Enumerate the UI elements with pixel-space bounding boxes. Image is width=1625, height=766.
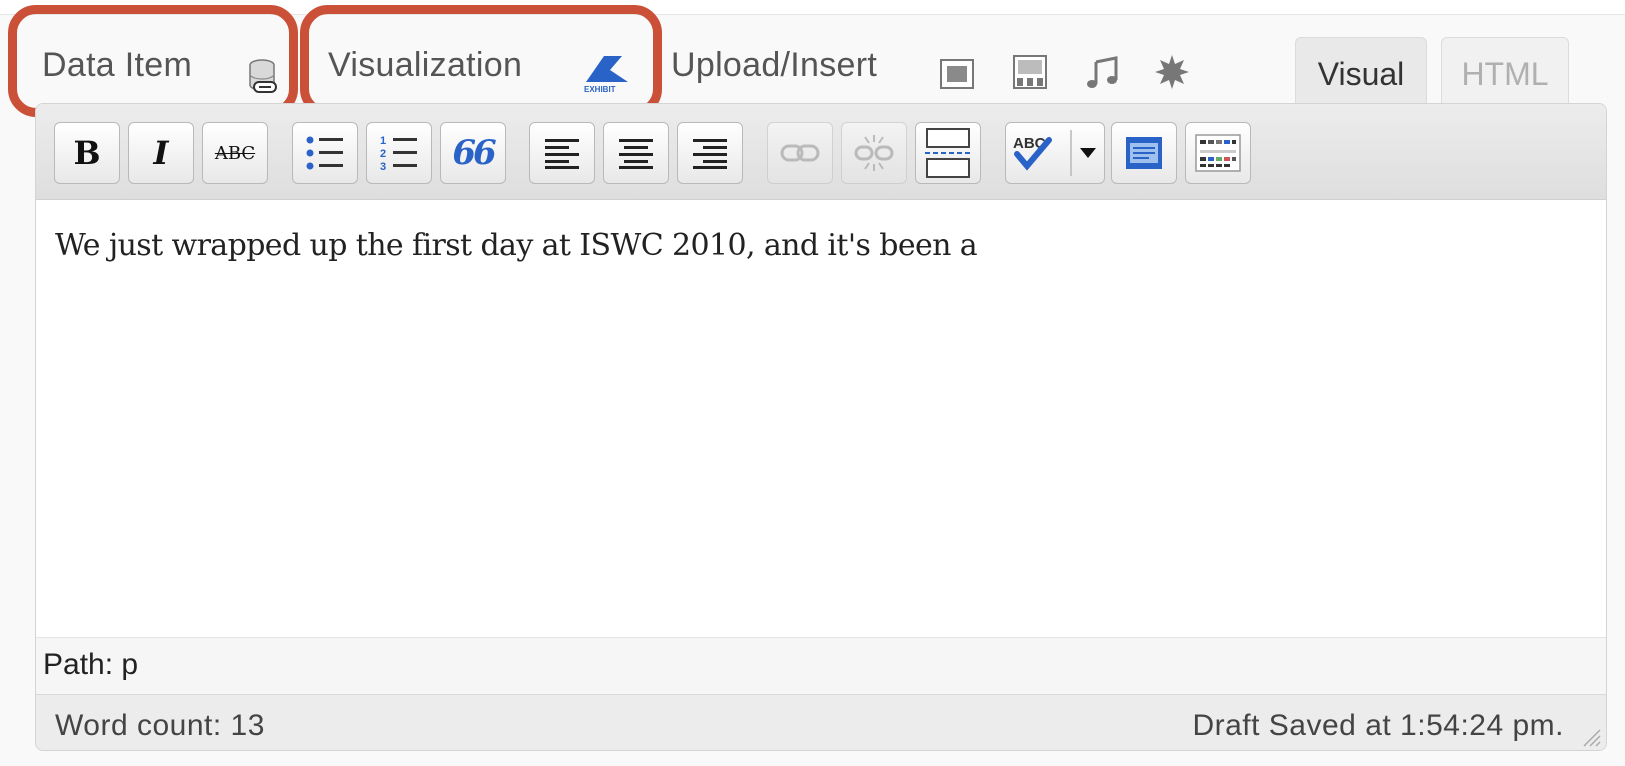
add-media-icon[interactable] <box>1154 54 1190 95</box>
kitchen-sink-button[interactable] <box>1185 122 1251 184</box>
align-left-button[interactable] <box>529 122 595 184</box>
bold-button[interactable]: B <box>54 122 120 184</box>
insert-more-button[interactable] <box>915 122 981 184</box>
align-right-icon <box>693 139 727 169</box>
unlink-button[interactable] <box>841 122 907 184</box>
numbered-list-digit: 3 <box>380 161 386 172</box>
editor-content-area[interactable]: We just wrapped up the first day at ISWC… <box>36 200 1606 637</box>
element-path: Path: p <box>43 648 139 681</box>
fullscreen-icon <box>1126 137 1162 169</box>
insert-link-button[interactable] <box>767 122 833 184</box>
align-center-button[interactable] <box>603 122 669 184</box>
more-break-icon <box>925 128 971 178</box>
path-bar: Path: p <box>36 637 1606 695</box>
formatting-toolbar: B I ABC 1 2 3 66 ABC <box>36 104 1606 200</box>
numbered-list-icon: 1 2 3 <box>380 135 417 172</box>
bulleted-list-button[interactable] <box>292 122 358 184</box>
unlink-icon <box>854 135 894 171</box>
align-center-icon <box>619 139 653 169</box>
add-audio-icon[interactable] <box>1086 56 1120 95</box>
kitchen-sink-icon <box>1195 134 1241 172</box>
post-body-text[interactable]: We just wrapped up the first day at ISWC… <box>55 228 978 263</box>
tab-visual[interactable]: Visual <box>1295 37 1427 105</box>
strikethrough-icon: ABC <box>214 142 256 164</box>
data-item-highlight <box>8 5 298 117</box>
align-right-button[interactable] <box>677 122 743 184</box>
bulleted-list-icon <box>306 136 343 170</box>
align-left-icon <box>545 139 579 169</box>
spellcheck-button[interactable]: ABC <box>1005 122 1105 184</box>
link-icon <box>780 144 820 162</box>
blockquote-icon: 66 <box>452 133 496 173</box>
spellcheck-icon: ABC <box>1013 130 1096 176</box>
bold-icon: B <box>73 134 101 172</box>
tab-html[interactable]: HTML <box>1441 37 1569 105</box>
add-image-icon[interactable] <box>939 58 975 95</box>
status-bar: Word count: 13 Draft Saved at 1:54:24 pm… <box>36 695 1606 750</box>
visualization-highlight <box>300 5 662 117</box>
italic-button[interactable]: I <box>128 122 194 184</box>
numbered-list-digit: 1 <box>380 135 386 147</box>
word-count: Word count: 13 <box>55 709 265 742</box>
resize-handle-icon[interactable] <box>1578 724 1602 748</box>
draft-saved-status: Draft Saved at 1:54:24 pm. <box>1192 709 1564 742</box>
italic-icon: I <box>153 134 169 172</box>
media-buttons-bar: Data Item Visualization EXHIBIT Upload/I… <box>0 0 1625 117</box>
numbered-list-digit: 2 <box>380 148 386 160</box>
fullscreen-button[interactable] <box>1111 122 1177 184</box>
upload-insert-label: Upload/Insert <box>671 46 878 84</box>
blockquote-button[interactable]: 66 <box>440 122 506 184</box>
strikethrough-button[interactable]: ABC <box>202 122 268 184</box>
add-video-icon[interactable] <box>1012 54 1048 95</box>
post-editor: B I ABC 1 2 3 66 ABC We just wrapped up … <box>35 103 1607 751</box>
numbered-list-button[interactable]: 1 2 3 <box>366 122 432 184</box>
